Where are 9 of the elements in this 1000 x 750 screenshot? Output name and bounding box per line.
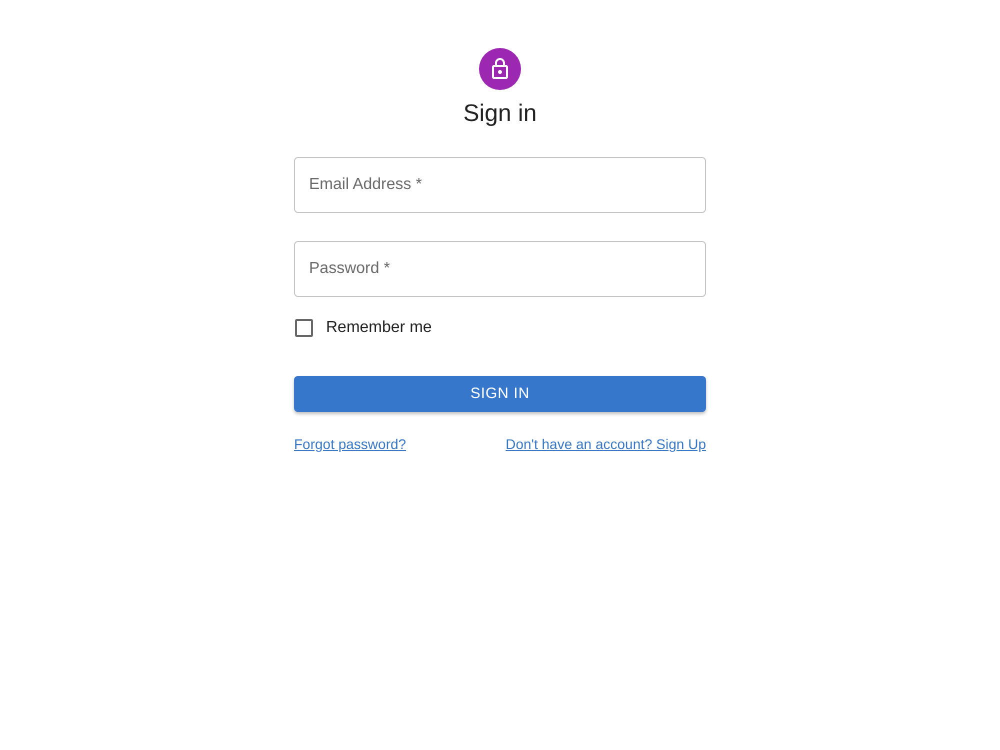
sign-in-button[interactable]: SIGN IN xyxy=(294,376,706,412)
forgot-password-link[interactable]: Forgot password? xyxy=(294,434,406,454)
checkbox-label: Remember me xyxy=(326,318,432,338)
page-title: Sign in xyxy=(463,99,537,129)
checkbox[interactable] xyxy=(295,319,313,337)
email-field[interactable]: Email Address * xyxy=(294,157,706,213)
password-field[interactable]: Password * xyxy=(294,241,706,297)
sign-up-link[interactable]: Don't have an account? Sign Up xyxy=(506,434,706,454)
lock-icon xyxy=(479,48,521,90)
